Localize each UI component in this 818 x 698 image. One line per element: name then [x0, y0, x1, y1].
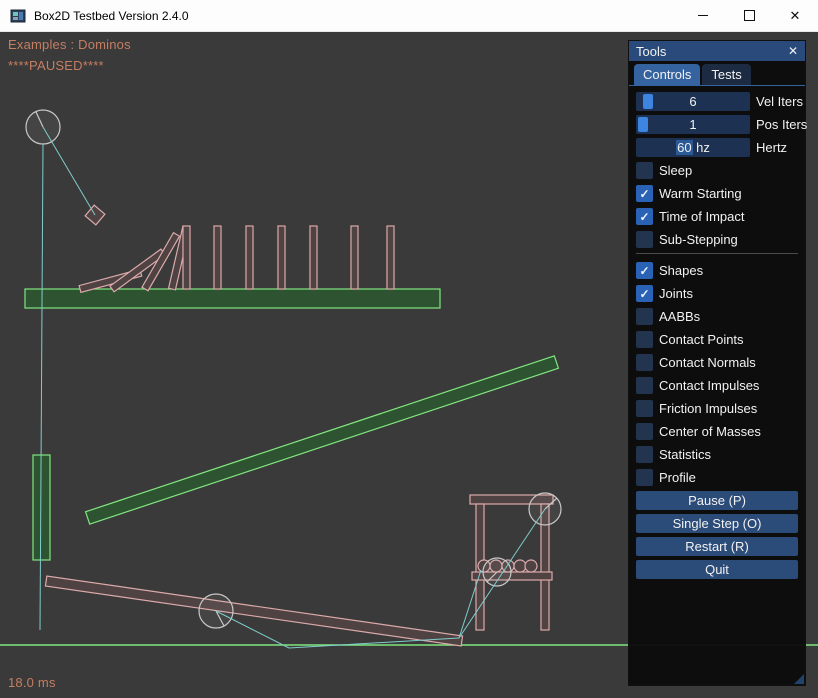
- slider-grab[interactable]: [638, 117, 648, 132]
- tools-titlebar[interactable]: Tools ✕: [629, 41, 805, 61]
- domino: [387, 226, 394, 289]
- checkbox-contact-points[interactable]: ✓ Contact Points: [636, 330, 798, 349]
- ball: [514, 560, 526, 572]
- domino: [351, 226, 358, 289]
- checkbox-box[interactable]: ✓: [636, 446, 653, 463]
- window-titlebar: Box2D Testbed Version 2.4.0 ✕: [0, 0, 818, 32]
- tools-tabbar: Controls Tests: [629, 61, 805, 86]
- check-icon: ✓: [639, 211, 649, 223]
- checkbox-box[interactable]: ✓: [636, 308, 653, 325]
- resize-grip[interactable]: [794, 674, 804, 684]
- checkbox-time-of-impact[interactable]: ✓ Time of Impact: [636, 207, 798, 226]
- window-controls: ✕: [680, 0, 818, 31]
- checkbox-box[interactable]: ✓: [636, 185, 653, 202]
- domino: [214, 226, 221, 289]
- checkbox-box[interactable]: ✓: [636, 162, 653, 179]
- checkbox-box[interactable]: ✓: [636, 331, 653, 348]
- checkbox-box[interactable]: ✓: [636, 262, 653, 279]
- checkbox-box[interactable]: ✓: [636, 377, 653, 394]
- tab-controls[interactable]: Controls: [634, 64, 700, 85]
- checkbox-statistics[interactable]: ✓ Statistics: [636, 445, 798, 464]
- paused-label: ****PAUSED****: [8, 58, 104, 73]
- checkbox-box[interactable]: ✓: [636, 285, 653, 302]
- domino: [310, 226, 317, 289]
- close-button[interactable]: ✕: [772, 0, 818, 31]
- tab-tests[interactable]: Tests: [702, 64, 750, 85]
- render-canvas[interactable]: Examples : Dominos ****PAUSED**** 18.0 m…: [0, 32, 818, 698]
- example-label: Examples : Dominos: [8, 37, 131, 52]
- pos-iters-slider[interactable]: 1: [636, 115, 750, 134]
- checkbox-box[interactable]: ✓: [636, 354, 653, 371]
- frame-time-label: 18.0 ms: [8, 675, 56, 690]
- checkbox-sleep[interactable]: ✓ Sleep: [636, 161, 798, 180]
- seesaw-plank: [45, 576, 462, 646]
- maximize-icon: [744, 10, 755, 21]
- checkbox-profile[interactable]: ✓ Profile: [636, 468, 798, 487]
- check-icon: ✓: [639, 188, 649, 200]
- checkbox-joints[interactable]: ✓ Joints: [636, 284, 798, 303]
- checkbox-contact-impulses[interactable]: ✓ Contact Impulses: [636, 376, 798, 395]
- pos-iters-label: Pos Iters: [756, 117, 807, 132]
- checkbox-box[interactable]: ✓: [636, 469, 653, 486]
- separator: [636, 253, 798, 254]
- checkbox-sub-stepping[interactable]: ✓ Sub-Stepping: [636, 230, 798, 249]
- vertical-column: [33, 455, 50, 560]
- hertz-label: Hertz: [756, 140, 787, 155]
- domino: [246, 226, 253, 289]
- check-icon: ✓: [639, 288, 649, 300]
- tools-title-text: Tools: [636, 44, 666, 59]
- checkbox-warm-starting[interactable]: ✓ Warm Starting: [636, 184, 798, 203]
- checkbox-box[interactable]: ✓: [636, 208, 653, 225]
- checkbox-friction-impulses[interactable]: ✓ Friction Impulses: [636, 399, 798, 418]
- single-step-button[interactable]: Single Step (O): [636, 514, 798, 533]
- domino: [183, 226, 190, 289]
- checkbox-aabbs[interactable]: ✓ AABBs: [636, 307, 798, 326]
- dynamic-bodies: [45, 205, 553, 646]
- close-icon: ✕: [790, 9, 801, 22]
- minimize-icon: [698, 15, 708, 16]
- vel-iters-row: 6 Vel Iters: [636, 92, 798, 111]
- checkbox-box[interactable]: ✓: [636, 400, 653, 417]
- check-icon: ✓: [639, 265, 649, 277]
- dominoes: [79, 226, 394, 292]
- window-title: Box2D Testbed Version 2.4.0: [34, 9, 189, 23]
- slider-grab[interactable]: [643, 94, 653, 109]
- tools-body: 6 Vel Iters 1 Pos Iters 60 hz Hertz ✓: [629, 86, 805, 579]
- minimize-button[interactable]: [680, 0, 726, 31]
- ball: [525, 560, 537, 572]
- domino: [278, 226, 285, 289]
- restart-button[interactable]: Restart (R): [636, 537, 798, 556]
- vel-iters-label: Vel Iters: [756, 94, 803, 109]
- hertz-input[interactable]: 60 hz: [636, 138, 750, 157]
- app-icon: [10, 8, 26, 24]
- maximize-button[interactable]: [726, 0, 772, 31]
- checkbox-box[interactable]: ✓: [636, 231, 653, 248]
- pause-button[interactable]: Pause (P): [636, 491, 798, 510]
- checkbox-shapes[interactable]: ✓ Shapes: [636, 261, 798, 280]
- domino-platform: [25, 289, 440, 308]
- pos-iters-row: 1 Pos Iters: [636, 115, 798, 134]
- checkbox-box[interactable]: ✓: [636, 423, 653, 440]
- checkbox-contact-normals[interactable]: ✓ Contact Normals: [636, 353, 798, 372]
- checkbox-center-of-masses[interactable]: ✓ Center of Masses: [636, 422, 798, 441]
- vel-iters-slider[interactable]: 6: [636, 92, 750, 111]
- quit-button[interactable]: Quit: [636, 560, 798, 579]
- tools-close-icon[interactable]: ✕: [788, 44, 798, 58]
- hertz-row: 60 hz Hertz: [636, 138, 798, 157]
- tools-panel: Tools ✕ Controls Tests 6 Vel Iters 1: [628, 40, 806, 686]
